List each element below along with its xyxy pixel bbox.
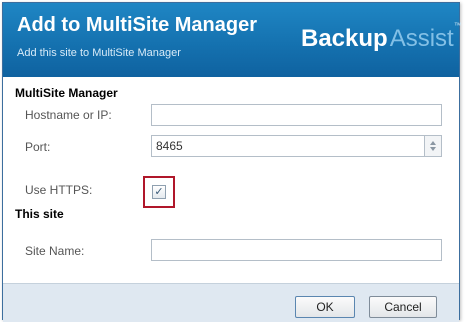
port-input[interactable]: 8465: [151, 135, 425, 157]
cancel-button[interactable]: Cancel: [369, 296, 437, 318]
dialog-title: Add to MultiSite Manager: [17, 14, 257, 36]
dialog-body: MultiSite Manager Hostname or IP: Port: …: [3, 77, 459, 283]
ok-button[interactable]: OK: [295, 296, 355, 318]
dialog-header: Add to MultiSite Manager Add this site t…: [3, 3, 462, 77]
logo-accent-text: Assist: [389, 25, 454, 52]
add-to-multisite-dialog: Add to MultiSite Manager Add this site t…: [2, 2, 462, 322]
this-site-section-heading: This site: [15, 207, 64, 221]
logo-main-text: Backup: [301, 25, 388, 52]
dialog-subtitle: Add this site to MultiSite Manager: [17, 47, 181, 59]
logo-trademark: ™: [453, 21, 462, 30]
site-name-input[interactable]: [151, 239, 442, 261]
https-label: Use HTTPS:: [25, 183, 93, 197]
hostname-label: Hostname or IP:: [25, 108, 112, 122]
port-label: Port:: [25, 140, 51, 154]
multisite-section-heading: MultiSite Manager: [15, 86, 118, 100]
use-https-checkbox[interactable]: ✓: [152, 185, 166, 199]
dialog-footer: OK Cancel: [3, 283, 459, 322]
backup-assist-logo: BackupAssist ™: [301, 21, 462, 57]
site-name-label: Site Name:: [25, 244, 85, 258]
port-spinner-icon[interactable]: [425, 135, 442, 157]
hostname-input[interactable]: [151, 104, 442, 126]
